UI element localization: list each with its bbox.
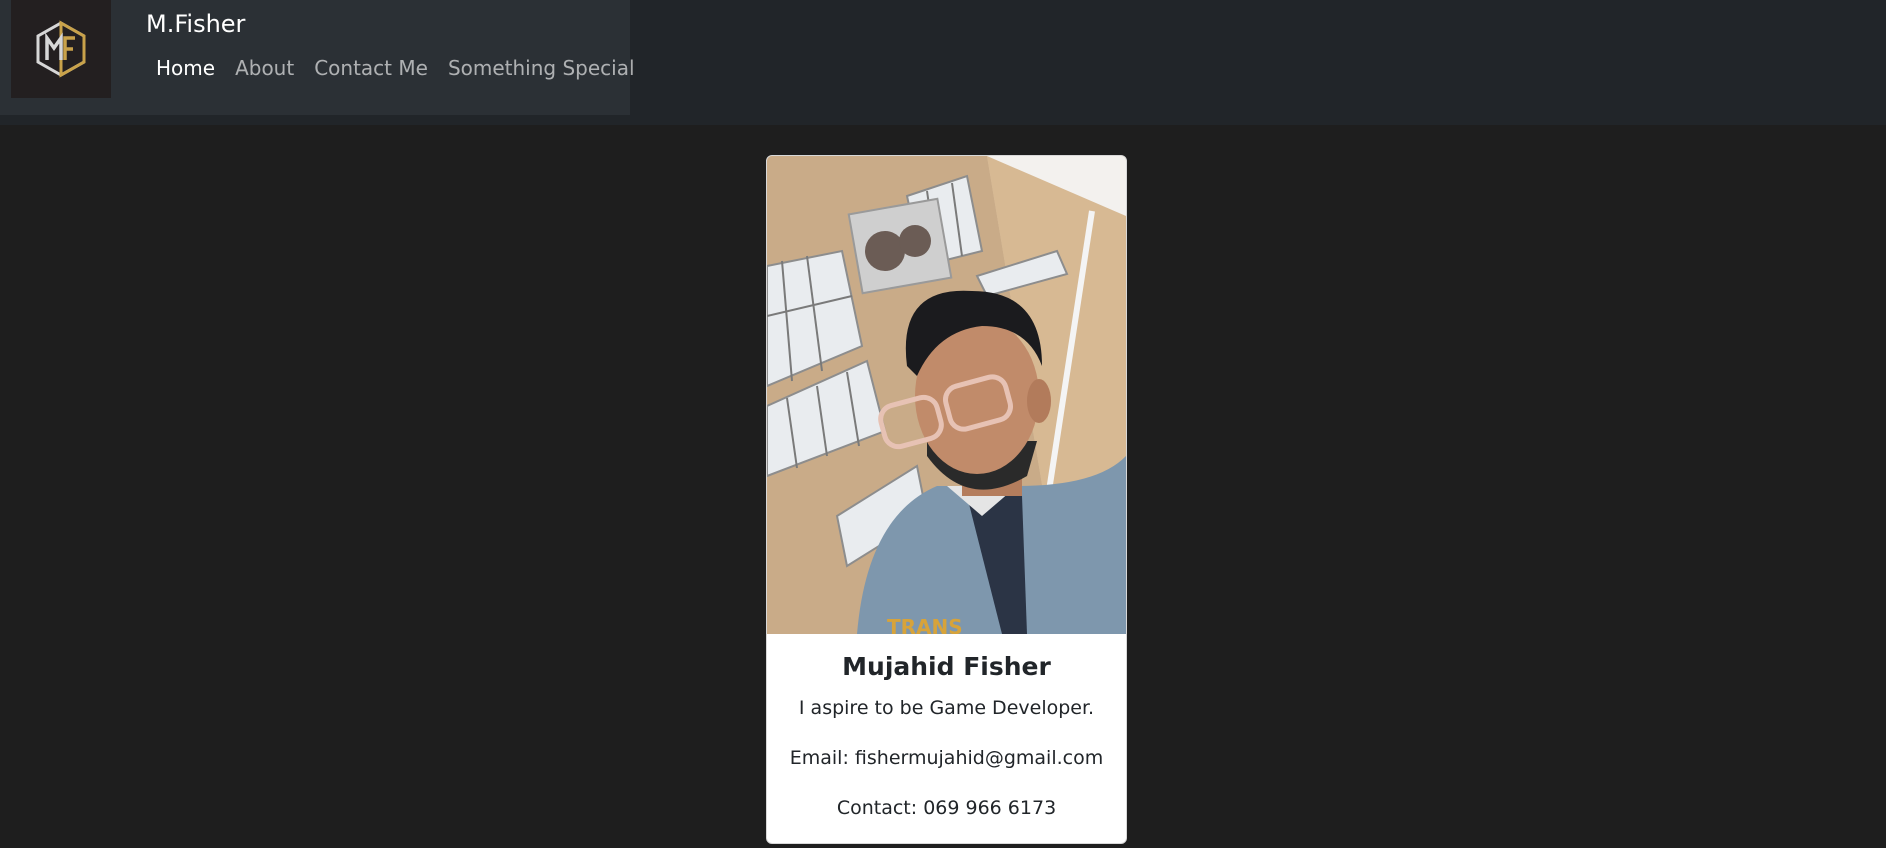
profile-tagline: I aspire to be Game Developer. [798, 697, 1095, 719]
nav-item-home[interactable]: Home [156, 53, 215, 83]
profile-photo: TRANS [767, 156, 1126, 634]
navbar: M.Fisher Home About Contact Me Something… [0, 0, 635, 115]
profile-email: Email: fishermujahid@gmail.com [789, 747, 1104, 769]
profile-contact: Contact: 069 966 6173 [836, 797, 1057, 819]
nav-links: Home About Contact Me Something Special [156, 53, 635, 83]
nav-item-contact-me[interactable]: Contact Me [314, 53, 428, 83]
profile-card: TRANS Mujahid Fisher I aspire to be Game… [766, 155, 1127, 844]
svg-text:TRANS: TRANS [887, 615, 963, 634]
nav-item-about[interactable]: About [235, 53, 294, 83]
mf-logo-icon [36, 20, 86, 78]
profile-photo-illustration: TRANS [767, 156, 1126, 634]
top-bar: M.Fisher Home About Contact Me Something… [0, 0, 1886, 125]
brand-name[interactable]: M.Fisher [146, 8, 245, 40]
nav-item-something-special[interactable]: Something Special [448, 53, 635, 83]
profile-name: Mujahid Fisher [842, 652, 1051, 681]
site-logo[interactable] [11, 0, 111, 98]
